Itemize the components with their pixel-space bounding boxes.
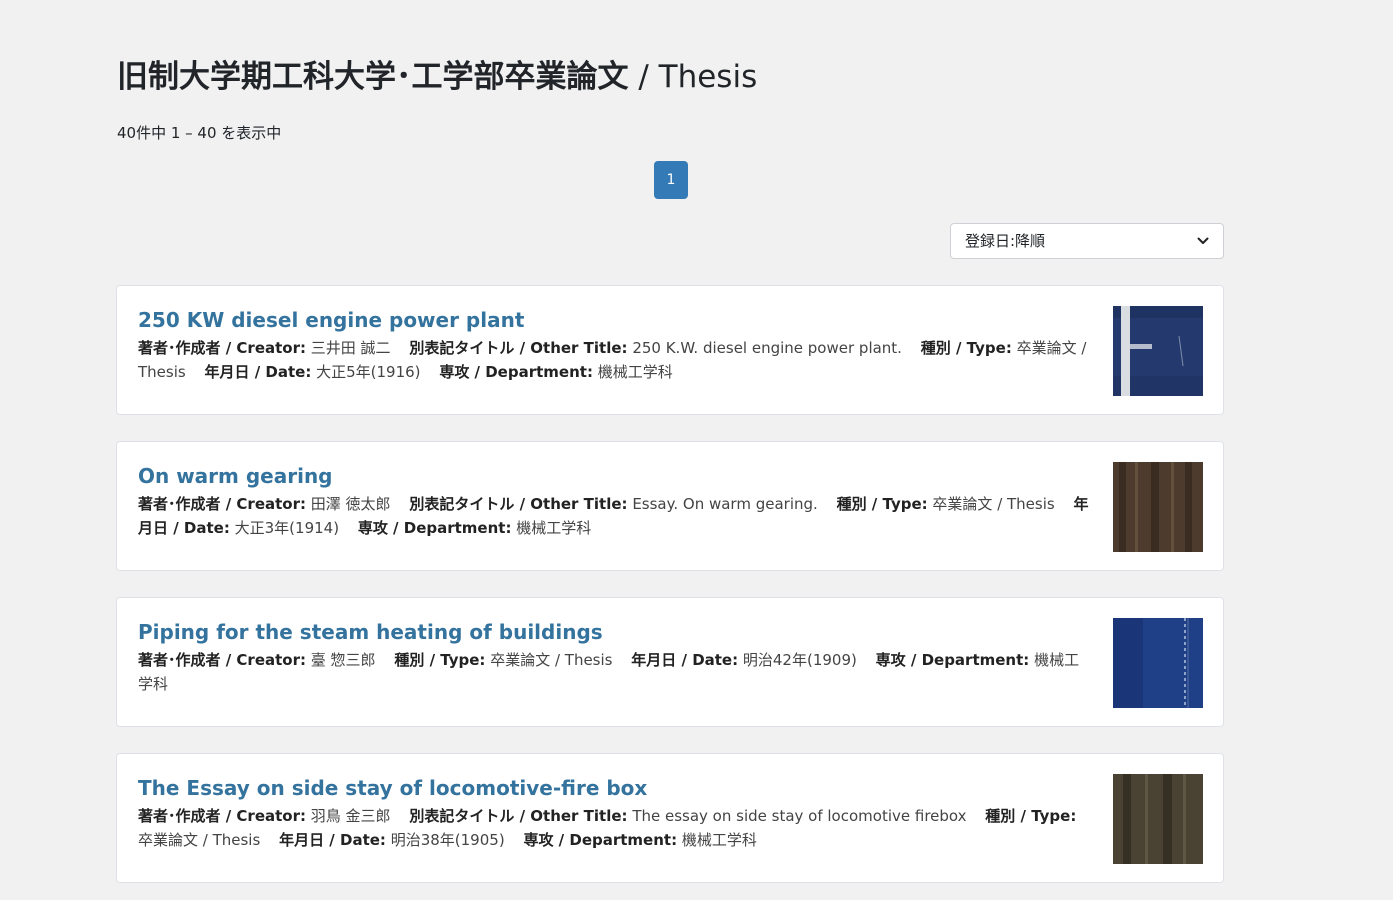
department-label: 専攻 / Department: bbox=[439, 363, 593, 381]
result-card: On warm gearing 著者･作成者 / Creator: 田澤 徳太郎… bbox=[116, 441, 1224, 571]
page-title-separator: / bbox=[628, 59, 659, 95]
page-title-en: Thesis bbox=[658, 59, 758, 95]
other-title-field: 別表記タイトル / Other Title: Essay. On warm ge… bbox=[409, 495, 817, 513]
type-value: 卒業論文 / Thesis bbox=[490, 651, 613, 669]
thesis-cover-thumbnail[interactable] bbox=[1113, 306, 1203, 396]
creator-value: 田澤 徳太郎 bbox=[310, 495, 391, 513]
date-label: 年月日 / Date: bbox=[279, 831, 386, 849]
creator-label: 著者･作成者 / Creator: bbox=[138, 495, 306, 513]
department-label: 専攻 / Department: bbox=[523, 831, 678, 849]
department-field: 専攻 / Department: 機械工学科 bbox=[358, 519, 591, 537]
page-title: 旧制大学期工科大学･工学部卒業論文 / Thesis bbox=[117, 54, 757, 100]
cover-image-icon bbox=[1113, 306, 1203, 396]
department-field: 専攻 / Department: 機械工学科 bbox=[439, 363, 672, 381]
type-label: 種別 / Type: bbox=[394, 651, 486, 669]
result-metadata: 著者･作成者 / Creator: 田澤 徳太郎 別表記タイトル / Other… bbox=[138, 492, 1093, 540]
type-label: 種別 / Type: bbox=[920, 339, 1012, 357]
creator-value: 三井田 誠二 bbox=[310, 339, 391, 357]
date-value: 大正5年(1916) bbox=[316, 363, 421, 381]
other-title-label: 別表記タイトル / Other Title: bbox=[409, 339, 628, 357]
thesis-cover-thumbnail[interactable] bbox=[1113, 618, 1203, 708]
result-card: 250 KW diesel engine power plant 著者･作成者 … bbox=[116, 285, 1224, 415]
result-title-link[interactable]: The Essay on side stay of locomotive-fir… bbox=[138, 774, 1093, 802]
result-metadata: 著者･作成者 / Creator: 三井田 誠二 別表記タイトル / Other… bbox=[138, 336, 1093, 384]
result-card: Piping for the steam heating of building… bbox=[116, 597, 1224, 727]
search-results-page: 旧制大学期工科大学･工学部卒業論文 / Thesis 40件中 1 – 40 を… bbox=[0, 0, 1393, 900]
other-title-value: 250 K.W. diesel engine power plant. bbox=[632, 339, 902, 357]
result-card-body: Piping for the steam heating of building… bbox=[138, 618, 1093, 696]
creator-field: 著者･作成者 / Creator: 羽鳥 金三郎 bbox=[138, 807, 391, 825]
creator-field: 著者･作成者 / Creator: 田澤 徳太郎 bbox=[138, 495, 391, 513]
sort-select[interactable]: 登録日:降順 bbox=[950, 223, 1224, 259]
other-title-label: 別表記タイトル / Other Title: bbox=[409, 807, 628, 825]
result-count: 40件中 1 – 40 を表示中 bbox=[117, 124, 282, 142]
type-field: 種別 / Type: 卒業論文 / Thesis bbox=[394, 651, 612, 669]
thesis-cover-thumbnail[interactable] bbox=[1113, 462, 1203, 552]
date-field: 年月日 / Date: 明治42年(1909) bbox=[631, 651, 857, 669]
sort-selected-value: 登録日:降順 bbox=[965, 232, 1046, 250]
pagination-page-1[interactable]: 1 bbox=[654, 161, 688, 199]
department-label: 専攻 / Department: bbox=[875, 651, 1030, 669]
date-value: 明治42年(1909) bbox=[742, 651, 857, 669]
result-metadata: 著者･作成者 / Creator: 羽鳥 金三郎 別表記タイトル / Other… bbox=[138, 804, 1093, 852]
cover-image-icon bbox=[1113, 618, 1203, 708]
creator-value: 臺 惣三郎 bbox=[310, 651, 376, 669]
cover-image-icon bbox=[1113, 774, 1203, 864]
creator-label: 著者･作成者 / Creator: bbox=[138, 651, 306, 669]
type-label: 種別 / Type: bbox=[985, 807, 1077, 825]
date-value: 明治38年(1905) bbox=[390, 831, 505, 849]
date-field: 年月日 / Date: 明治38年(1905) bbox=[279, 831, 505, 849]
department-field: 専攻 / Department: 機械工学科 bbox=[523, 831, 756, 849]
date-label: 年月日 / Date: bbox=[631, 651, 739, 669]
result-title-link[interactable]: Piping for the steam heating of building… bbox=[138, 618, 1093, 646]
other-title-field: 別表記タイトル / Other Title: The essay on side… bbox=[409, 807, 966, 825]
chevron-down-icon bbox=[1197, 224, 1209, 258]
result-card-body: The Essay on side stay of locomotive-fir… bbox=[138, 774, 1093, 852]
result-card-body: 250 KW diesel engine power plant 著者･作成者 … bbox=[138, 306, 1093, 384]
cover-image-icon bbox=[1113, 462, 1203, 552]
result-title-link[interactable]: 250 KW diesel engine power plant bbox=[138, 306, 1093, 334]
creator-value: 羽鳥 金三郎 bbox=[310, 807, 391, 825]
type-value: 卒業論文 / Thesis bbox=[138, 831, 261, 849]
date-label: 年月日 / Date: bbox=[204, 363, 312, 381]
thesis-cover-thumbnail[interactable] bbox=[1113, 774, 1203, 864]
result-card-body: On warm gearing 著者･作成者 / Creator: 田澤 徳太郎… bbox=[138, 462, 1093, 540]
type-field: 種別 / Type: 卒業論文 / Thesis bbox=[837, 495, 1055, 513]
result-title-link[interactable]: On warm gearing bbox=[138, 462, 1093, 490]
creator-field: 著者･作成者 / Creator: 三井田 誠二 bbox=[138, 339, 391, 357]
department-label: 専攻 / Department: bbox=[357, 519, 512, 537]
other-title-label: 別表記タイトル / Other Title: bbox=[409, 495, 628, 513]
result-card: The Essay on side stay of locomotive-fir… bbox=[116, 753, 1224, 883]
department-value: 機械工学科 bbox=[681, 831, 757, 849]
date-value: 大正3年(1914) bbox=[234, 519, 340, 537]
creator-label: 著者･作成者 / Creator: bbox=[138, 807, 306, 825]
result-metadata: 著者･作成者 / Creator: 臺 惣三郎 種別 / Type: 卒業論文 … bbox=[138, 648, 1093, 696]
other-title-value: The essay on side stay of locomotive fir… bbox=[632, 807, 967, 825]
page-title-jp: 旧制大学期工科大学･工学部卒業論文 bbox=[117, 59, 629, 95]
department-value: 機械工学科 bbox=[516, 519, 592, 537]
other-title-field: 別表記タイトル / Other Title: 250 K.W. diesel e… bbox=[409, 339, 902, 357]
creator-field: 著者･作成者 / Creator: 臺 惣三郎 bbox=[138, 651, 376, 669]
type-value: 卒業論文 / Thesis bbox=[932, 495, 1055, 513]
date-field: 年月日 / Date: 大正5年(1916) bbox=[204, 363, 420, 381]
creator-label: 著者･作成者 / Creator: bbox=[138, 339, 306, 357]
other-title-value: Essay. On warm gearing. bbox=[632, 495, 818, 513]
type-label: 種別 / Type: bbox=[836, 495, 928, 513]
department-value: 機械工学科 bbox=[597, 363, 673, 381]
